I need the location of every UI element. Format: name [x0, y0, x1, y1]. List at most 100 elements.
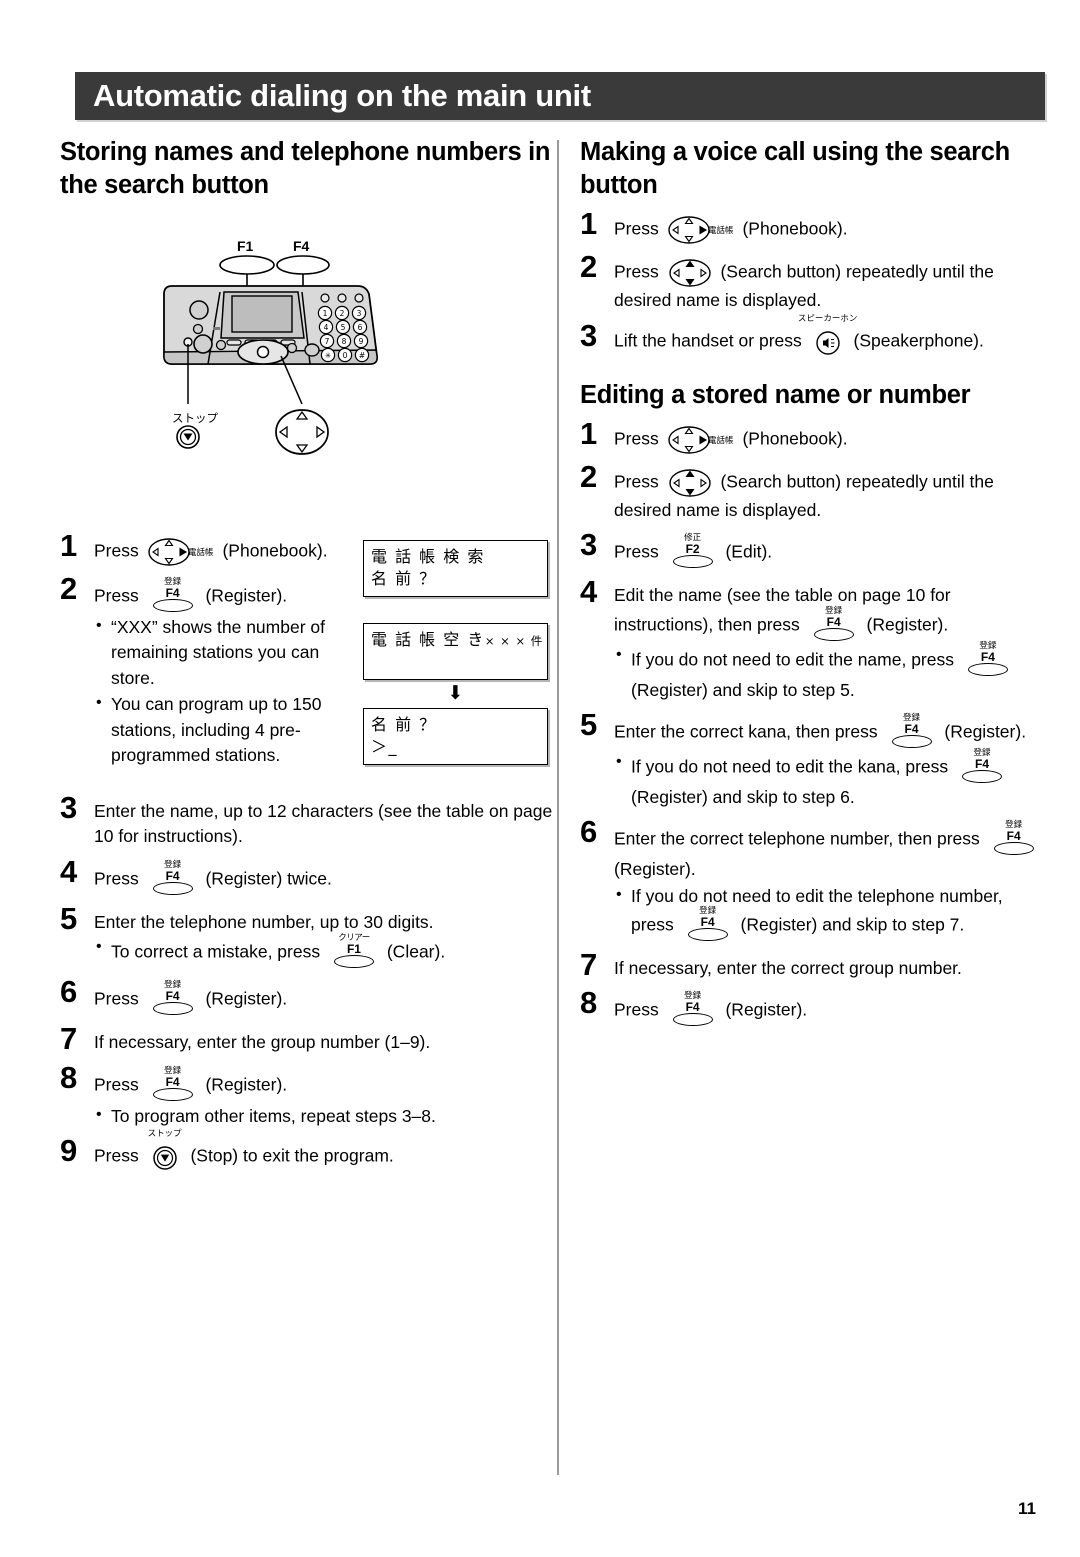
unit-indicator [213, 327, 220, 330]
step-body: Press 登録 F4 (Register). [94, 981, 556, 1017]
step-number: 1 [60, 528, 78, 563]
right-steps-list-1: 1 Press 電話帳 (Phonebook). 2 Press (Search bu… [580, 208, 1048, 357]
step-item: 4 Edit the name (see the table on page 10… [580, 576, 1048, 703]
step-text-before: Press [614, 428, 659, 449]
step-bullet-list: If you do not need to edit the kana, pre… [614, 749, 1048, 810]
step-number: 4 [60, 853, 78, 889]
step-body: If necessary, enter the correct group nu… [614, 956, 1048, 981]
step-text-before: Press [614, 471, 659, 492]
step-text-after: (Edit). [725, 541, 773, 562]
step-body: Enter the telephone number, up to 30 dig… [94, 910, 556, 935]
step-text-before: Press [94, 988, 139, 1009]
step-bullet-list: “XXX” shows the number of remaining stat… [94, 614, 350, 768]
step-body: Press (Search button) repeatedly until t… [614, 468, 1048, 523]
step-item: 7 If necessary, enter the group number (1… [60, 1023, 556, 1055]
step-text-before: If necessary, enter the correct group nu… [614, 958, 962, 979]
fkey-f1-icon[interactable]: クリアー F1 [331, 934, 377, 970]
lcd-display-stack: 電 話 帳 検 索 名 前 ？ 電 話 帳 空 き× × × 件 ⬇ 名 前 ？… [363, 540, 548, 766]
bullet-text-after: (Clear). [386, 941, 446, 962]
phonebook-key-icon[interactable]: 電話帳 [667, 215, 735, 245]
step-body: Press 電話帳 (Phonebook). [94, 537, 350, 567]
step-text-after: (Register). [205, 1074, 288, 1095]
bullet-text-before: If you do not need to edit the kana, pre… [631, 756, 949, 777]
step-text-before: Press [614, 1000, 659, 1021]
fkey-f4-icon[interactable]: 登録 F4 [889, 714, 935, 750]
step-bullet: If you do not need to edit the kana, pre… [614, 749, 1048, 810]
fkey-f4-icon[interactable]: 登録 F4 [811, 607, 857, 643]
step-item: 8Press 登録F4 (Register).To program other … [60, 1062, 556, 1129]
step-text-before: Press [614, 261, 659, 282]
step-number: 8 [580, 985, 598, 1021]
step-text-before: Press [94, 585, 139, 606]
step-item: 8 Press 登録 F4 (Register). [580, 987, 1048, 1028]
section-title-storing: Storing names and telephone numbers in t… [60, 138, 551, 200]
fkey-oval-shape [813, 627, 854, 641]
step-number: 2 [60, 571, 78, 606]
svg-text:5: 5 [341, 323, 346, 332]
step-text-before: Enter the telephone number, up to 30 dig… [94, 911, 434, 932]
step-text-after: (Stop) to exit the program. [190, 1145, 394, 1166]
step-text-after: (Register) twice. [205, 868, 332, 889]
step-text-after: (Register). [205, 988, 288, 1009]
step-body: Press 電話帳 (Phonebook). [614, 425, 1048, 455]
fkey-code-label: F4 [826, 614, 841, 629]
stop-key-icon[interactable]: ストップ [148, 1130, 182, 1172]
step-bullet: “XXX” shows the number of remaining stat… [94, 614, 350, 691]
phonebook-key-icon[interactable]: 電話帳 [667, 425, 735, 455]
step-number: 3 [580, 527, 598, 563]
fkey-f4-icon[interactable]: 登録 F4 [150, 578, 196, 614]
fkey-f4-icon[interactable]: 登録 F4 [150, 1066, 196, 1103]
speakerphone-key-icon[interactable]: スピーカーホン [798, 315, 857, 357]
step-body: Press ストップ (Stop) to exit the program. [94, 1130, 556, 1172]
fkey-code-label: F2 [685, 542, 700, 557]
fkey-f2-icon[interactable]: 修正 F2 [670, 534, 716, 570]
step-bullet-list: If you do not need to edit the telephone… [614, 883, 1048, 943]
step-bullet: To correct a mistake, press クリアーF1 (Clea… [94, 934, 556, 970]
fkey-oval-shape [152, 1002, 193, 1016]
step-body: Press 登録 F4 (Register). [614, 992, 1048, 1028]
step-number: 6 [580, 814, 598, 850]
step-text-after: (Speakerphone). [853, 330, 984, 351]
step-number: 3 [60, 790, 78, 825]
svg-text:電話帳: 電話帳 [708, 225, 734, 236]
svg-text:電話帳: 電話帳 [188, 547, 214, 558]
section-title-voice-call: Making a voice call using the search but… [580, 138, 1010, 200]
stop-callout-label: ストップ [172, 411, 218, 425]
bullet-text-before: If you do not need to edit the name, pre… [631, 649, 954, 670]
callout-f4-label: F4 [293, 238, 310, 254]
step-number: 3 [580, 317, 598, 353]
step-item: 7 If necessary, enter the correct group n… [580, 949, 1048, 981]
fkey-f4-icon[interactable]: 登録 F4 [685, 907, 731, 943]
step-body: Press (Search button) repeatedly until t… [614, 258, 1048, 313]
fkey-f4-icon[interactable]: 登録 F4 [150, 861, 196, 897]
fkey-f4-icon[interactable]: 登録 F4 [991, 821, 1037, 857]
step-body: Enter the name, up to 12 characters (see… [94, 799, 556, 850]
step-item: 1 Press 電話帳 (Phonebook). [60, 530, 350, 567]
fkey-f4-icon[interactable]: 登録 F4 [959, 749, 1005, 785]
right-steps-list-2: 1 Press 電話帳 (Phonebook). 2 Press (Search bu… [580, 418, 1048, 1029]
softkey-f1 [226, 339, 242, 346]
lcd-flow-arrow-icon: ⬇ [447, 682, 464, 705]
phonebook-key-icon[interactable]: 電話帳 [147, 537, 215, 567]
search-key-icon[interactable] [667, 258, 713, 288]
step-item: 6 Enter the correct telephone number, the… [580, 816, 1048, 943]
step-item: 6 Press 登録 F4 (Register). [60, 976, 556, 1017]
search-key-icon[interactable] [667, 468, 713, 498]
step-text-before: Press [94, 1145, 139, 1166]
step-item: 3 Lift the handset or press スピーカーホン (Spea… [580, 315, 1048, 357]
fkey-f4-icon[interactable]: 登録 F4 [150, 981, 196, 1017]
step-text-after: (Register). [205, 585, 288, 606]
step-item: 2 Press (Search button) repeatedly until … [580, 461, 1048, 523]
step-text-before: Enter the name, up to 12 characters (see… [94, 801, 553, 847]
unit-stop-key [193, 334, 213, 354]
step-body: If necessary, enter the group number (1–… [94, 1030, 556, 1055]
fkey-oval-shape [152, 1087, 193, 1101]
step-number: 1 [580, 415, 598, 451]
step-bullet-list: To program other items, repeat steps 3–8… [94, 1102, 556, 1129]
callout-f1-label: F1 [237, 238, 254, 254]
lcd-line-main: 電 話 帳 空 き [371, 630, 485, 650]
fkey-f4-icon[interactable]: 登録 F4 [965, 642, 1011, 678]
fkey-f4-icon[interactable]: 登録 F4 [670, 992, 716, 1028]
speakerphone-jp-label: スピーカーホン [797, 313, 858, 324]
fkey-code-label: F4 [685, 1000, 700, 1015]
